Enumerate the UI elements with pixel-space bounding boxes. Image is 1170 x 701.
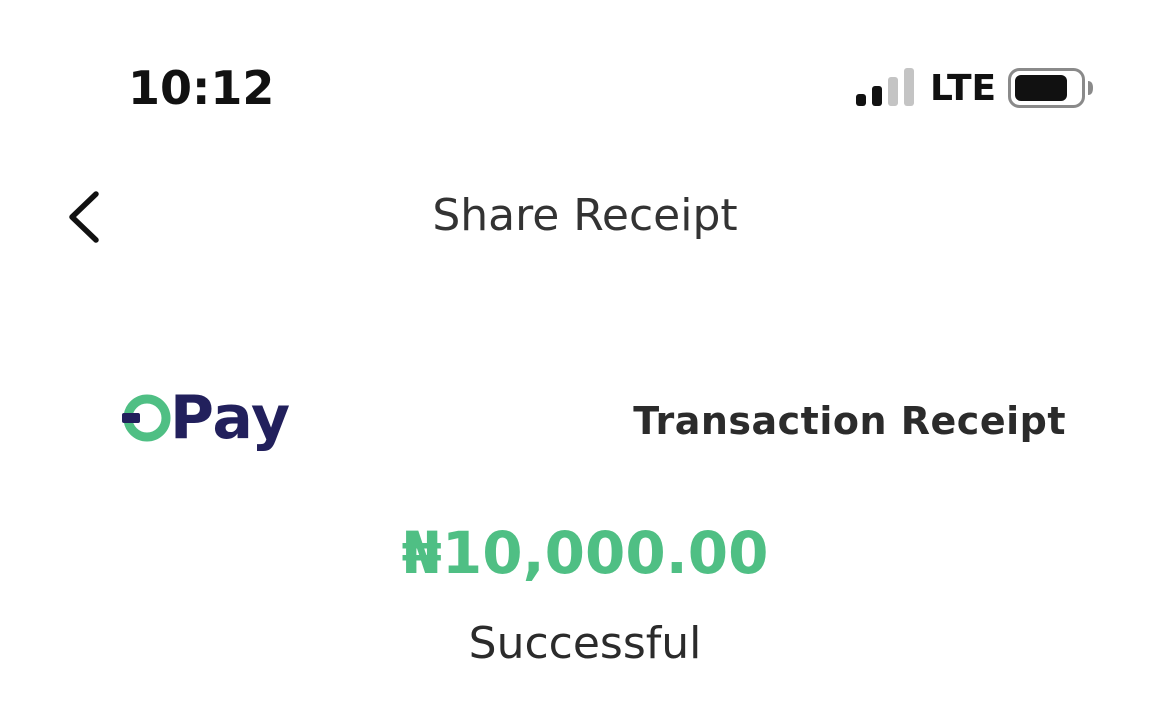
opay-logo: Pay (122, 383, 290, 453)
receipt-header: Pay Transaction Receipt (0, 380, 1170, 470)
status-bar: 10:12 LTE (0, 0, 1170, 150)
cellular-signal-icon (856, 68, 914, 106)
network-type: LTE (930, 68, 997, 109)
logo-wordmark: Pay (170, 383, 290, 453)
transaction-status: Successful (468, 618, 702, 669)
status-time: 10:12 (128, 61, 275, 115)
transaction-amount: ₦10,000.00 (401, 519, 769, 587)
battery-icon (1008, 68, 1093, 108)
receipt-title: Transaction Receipt (633, 399, 1066, 443)
nav-bar: Share Receipt (0, 170, 1170, 270)
page-title: Share Receipt (432, 190, 738, 241)
